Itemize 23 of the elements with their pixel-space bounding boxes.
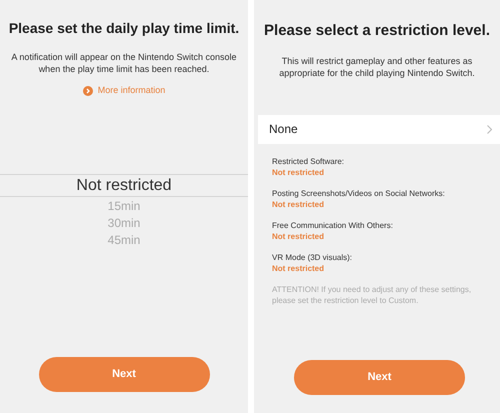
setting-value: Not restricted bbox=[272, 198, 326, 210]
description: This will restrict gameplay and other features as appropriate for the child playing Nintendo Switch. bbox=[278, 54, 476, 78]
screen-title: Please set the daily play time limit. bbox=[8, 19, 240, 38]
picker-item[interactable]: 15min bbox=[108, 198, 140, 214]
more-information-link[interactable]: More information bbox=[82, 84, 166, 98]
setting-value: Not restricted bbox=[272, 166, 326, 178]
chevron-right-icon bbox=[487, 124, 492, 134]
screen-title: Please select a restriction level. bbox=[263, 21, 491, 41]
restriction-level-row[interactable]: None bbox=[258, 114, 500, 144]
attention-note: ATTENTION! If you need to adjust any of these settings, please set the restriction level to Custom. bbox=[271, 284, 472, 306]
setting-value: Not restricted bbox=[272, 262, 326, 274]
setting-label: Restricted Software: bbox=[272, 156, 346, 166]
picker-item[interactable]: 30min bbox=[108, 214, 140, 230]
setting-label: Free Communication With Others: bbox=[272, 220, 394, 230]
next-button[interactable]: Next bbox=[294, 360, 465, 395]
picker-item[interactable]: Not restricted bbox=[0, 174, 248, 196]
picker-item[interactable]: 45min bbox=[108, 232, 140, 248]
next-button[interactable]: Next bbox=[38, 357, 210, 392]
setting-value: Not restricted bbox=[272, 230, 326, 242]
description: A notification will appear on the Nintendo Switch console when the play time limit has been reached. bbox=[10, 51, 238, 75]
chevron-circle-icon bbox=[82, 86, 93, 96]
setting-label: Posting Screenshots/Videos on Social Networks: bbox=[272, 188, 446, 198]
setting-label: VR Mode (3D visuals): bbox=[272, 252, 354, 262]
